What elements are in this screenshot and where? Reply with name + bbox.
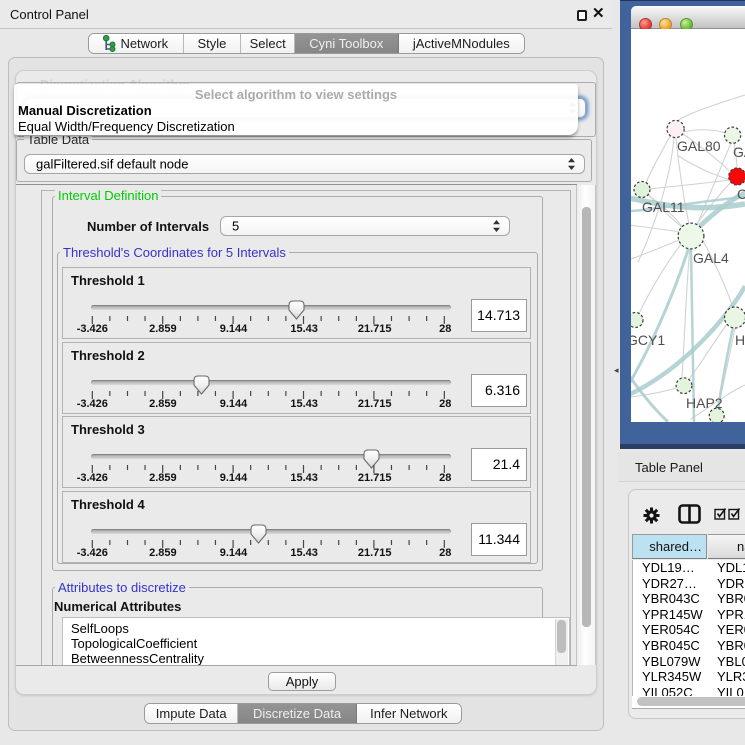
svg-text:GCY1: GCY1 [631,332,665,348]
svg-text:GAL4: GAL4 [693,250,729,266]
svg-text:C.: C. [737,186,745,202]
svg-text:GA: GA [733,144,745,160]
svg-text:GAL11: GAL11 [642,199,685,215]
svg-text:GAL80: GAL80 [677,138,721,154]
svg-text:HAP2: HAP2 [686,395,723,411]
svg-text:H: H [735,332,745,348]
